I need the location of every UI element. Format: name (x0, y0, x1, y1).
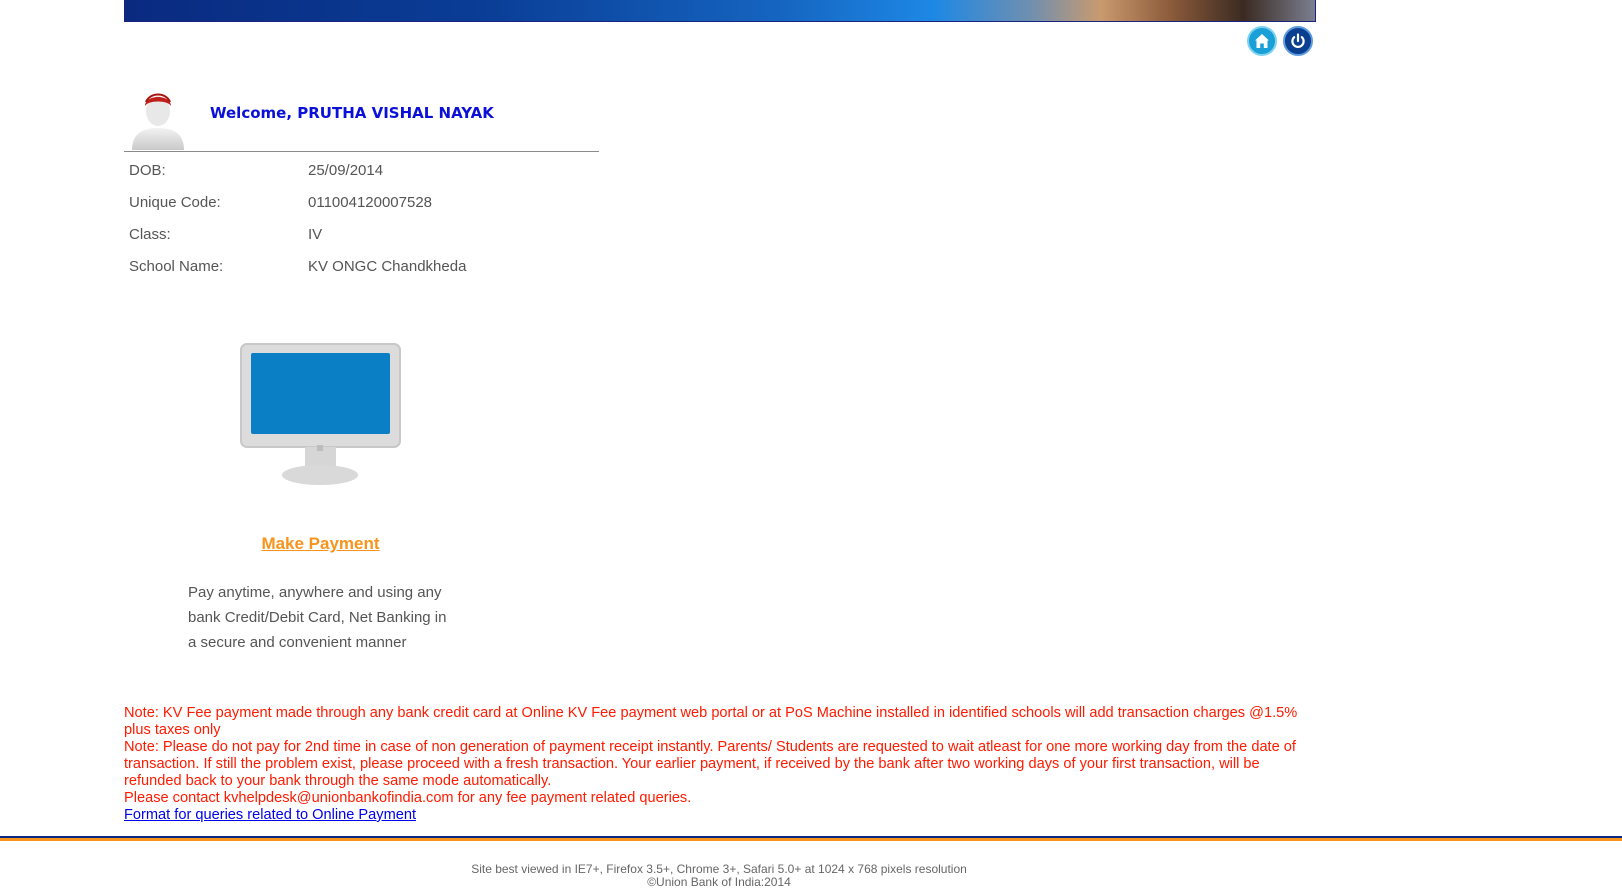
payment-description: Pay anytime, anywhere and using any bank… (188, 584, 447, 651)
info-label: Class: (129, 226, 171, 243)
monitor-icon[interactable] (239, 342, 402, 487)
home-button[interactable] (1247, 26, 1277, 56)
logout-button[interactable] (1283, 26, 1313, 56)
divider (124, 151, 599, 152)
note-duplicate-payment: Note: Please do not pay for 2nd time in … (124, 739, 1296, 789)
avatar-icon (132, 93, 184, 150)
queries-format-link[interactable]: Format for queries related to Online Pay… (124, 807, 416, 823)
info-value: KV ONGC Chandkheda (308, 258, 467, 275)
footer-divider-orange (0, 838, 1622, 841)
info-value: 011004120007528 (308, 194, 433, 211)
note-transaction-charges: Note: KV Fee payment made through any ba… (124, 705, 1298, 738)
footer: Site best viewed in IE7+, Firefox 3.5+, … (0, 863, 1438, 889)
header-banner (124, 0, 1316, 22)
notes-section: Note: KV Fee payment made through any ba… (124, 705, 1319, 824)
info-value: IV (308, 226, 323, 243)
note-contact: Please contact kvhelpdesk@unionbankofind… (124, 790, 692, 806)
info-label: DOB: (129, 162, 166, 179)
make-payment-link[interactable]: Make Payment (239, 534, 402, 554)
welcome-message: Welcome, PRUTHA VISHAL NAYAK (210, 104, 494, 122)
info-value: 25/09/2014 (308, 162, 384, 179)
info-label: School Name: (129, 258, 224, 275)
footer-copyright: ©Union Bank of India:2014 (647, 875, 791, 889)
info-label: Unique Code: (129, 194, 221, 211)
home-icon (1255, 34, 1269, 48)
power-icon (1291, 33, 1305, 48)
top-actions (1247, 26, 1313, 56)
